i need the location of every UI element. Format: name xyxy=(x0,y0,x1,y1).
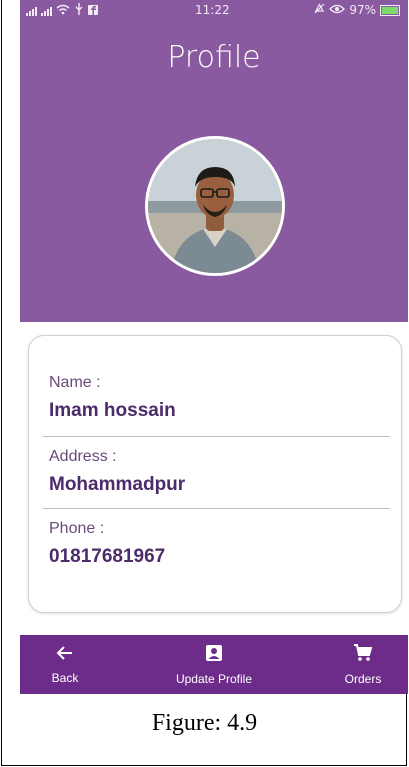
phone-field: Phone : 01817681967 xyxy=(49,520,389,568)
signal-icon xyxy=(26,6,37,16)
arrow-left-icon xyxy=(56,645,74,665)
update-profile-button[interactable]: Update Profile xyxy=(139,644,289,686)
bottom-navigation: Back Update Profile Orders xyxy=(20,635,408,694)
page-title: Profile xyxy=(167,40,261,75)
status-bar: 11:22 97% xyxy=(20,0,408,22)
status-time: 11:22 xyxy=(195,3,230,17)
profile-header: Profile xyxy=(20,22,408,322)
wifi-icon xyxy=(56,4,70,18)
cart-icon xyxy=(353,643,373,666)
usb-icon xyxy=(74,3,84,18)
divider-1 xyxy=(43,436,390,437)
profile-card: Name : Imam hossain Address : Mohammadpu… xyxy=(28,335,402,613)
name-value: Imam hossain xyxy=(49,400,176,421)
address-field: Address : Mohammadpur xyxy=(49,448,389,496)
avatar xyxy=(145,136,285,276)
phone-value: 01817681967 xyxy=(49,546,166,567)
eye-icon xyxy=(329,3,346,17)
address-label: Address : xyxy=(49,448,117,465)
facebook-icon xyxy=(88,4,98,18)
figure-caption: Figure: 4.9 xyxy=(151,710,258,736)
battery-percent: 97% xyxy=(349,3,376,17)
name-field: Name : Imam hossain xyxy=(49,374,389,422)
address-value: Mohammadpur xyxy=(49,474,186,495)
back-button[interactable]: Back xyxy=(20,645,110,685)
status-right-icons: 97% xyxy=(314,3,400,17)
orders-label: Orders xyxy=(344,671,382,686)
name-label: Name : xyxy=(49,374,101,391)
signal-icon-2 xyxy=(41,6,52,16)
silent-icon xyxy=(314,3,325,17)
update-profile-label: Update Profile xyxy=(175,671,253,686)
status-left-icons xyxy=(26,3,98,18)
orders-button[interactable]: Orders xyxy=(318,643,408,686)
account-box-icon xyxy=(205,644,223,666)
back-label: Back xyxy=(51,670,79,685)
divider-2 xyxy=(43,508,390,509)
phone-label: Phone : xyxy=(49,520,105,537)
phone-screen: 11:22 97% Profile Name: Imam hossain Ad… xyxy=(20,0,408,694)
battery-icon xyxy=(380,4,400,16)
